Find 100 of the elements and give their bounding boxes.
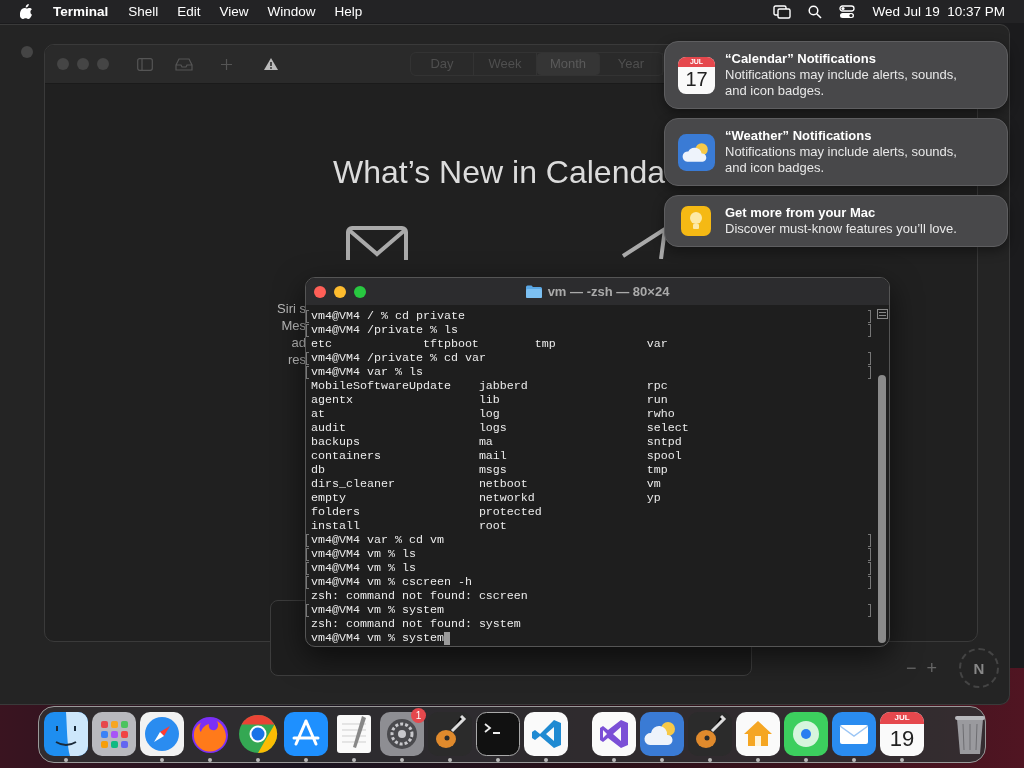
command-line: vm4@VM4 vm % cscreen -h bbox=[311, 575, 472, 589]
listing-entry: log bbox=[478, 407, 500, 421]
feature-text: ad bbox=[291, 334, 306, 351]
listing-entry: vm bbox=[646, 477, 661, 491]
envelope-icon[interactable] bbox=[832, 712, 876, 756]
listing-entry: root bbox=[478, 519, 507, 533]
command-line: vm4@VM4 /private % ls bbox=[311, 323, 458, 337]
feature-text: Mes bbox=[281, 317, 306, 334]
command-line: vm4@VM4 var % cd vm bbox=[311, 533, 444, 547]
output-line: zsh: command not found: system bbox=[311, 617, 521, 631]
command-line: vm4@VM4 vm % system bbox=[311, 631, 444, 645]
listing-entry: rwho bbox=[646, 407, 675, 421]
folder-icon bbox=[525, 285, 542, 298]
command-line: vm4@VM4 vm % ls bbox=[311, 547, 416, 561]
feature-text: res bbox=[287, 351, 306, 368]
prompt-marker bbox=[868, 604, 871, 617]
compass-icon[interactable] bbox=[140, 712, 184, 756]
split-pane-icon[interactable] bbox=[876, 309, 888, 319]
notification-card[interactable]: Get more from your Mac Discover must-know features you’ll love. bbox=[664, 195, 1008, 247]
listing-entry: etc bbox=[311, 337, 332, 351]
command-line: vm4@VM4 / % cd private bbox=[311, 309, 465, 323]
welcome-heading: What’s New in Calenda bbox=[333, 154, 665, 191]
code-icon[interactable] bbox=[524, 712, 568, 756]
screen-mirroring-icon[interactable] bbox=[773, 4, 792, 19]
compass-button[interactable]: N bbox=[959, 648, 999, 688]
prompt-marker bbox=[306, 604, 309, 617]
menu-item[interactable]: Edit bbox=[177, 4, 201, 19]
listing-entry: install bbox=[311, 519, 360, 533]
listing-entry: networkd bbox=[478, 491, 535, 505]
day-label: 19 bbox=[889, 725, 915, 753]
listing-entry: backups bbox=[311, 435, 360, 449]
menu-app-name[interactable]: Terminal bbox=[53, 4, 109, 19]
listing-entry: at bbox=[311, 407, 325, 421]
app-grid-icon[interactable] bbox=[92, 712, 136, 756]
listing-entry: spool bbox=[646, 449, 682, 463]
notification-title: Get more from your Mac bbox=[725, 205, 877, 221]
zoom-button[interactable] bbox=[354, 285, 366, 298]
listing-entry: yp bbox=[646, 491, 661, 505]
letter-a-icon[interactable] bbox=[284, 712, 328, 756]
menu-item[interactable]: View bbox=[219, 4, 249, 19]
minimize-button[interactable] bbox=[334, 285, 346, 298]
listing-entry: jabberd bbox=[478, 379, 528, 393]
month-label: JUL bbox=[880, 712, 924, 724]
listing-entry: lib bbox=[478, 393, 500, 407]
apple-icon[interactable] bbox=[20, 4, 33, 19]
window-title: vm — -zsh — 80×24 bbox=[547, 284, 670, 299]
command-line: vm4@VM4 vm % system bbox=[311, 603, 444, 617]
listing-entry: rpc bbox=[646, 379, 668, 393]
listing-entry: empty bbox=[311, 491, 346, 505]
cloud-icon[interactable] bbox=[640, 712, 684, 756]
notification-badge: 1 bbox=[411, 708, 426, 723]
notification-title: “Weather” Notifications bbox=[725, 128, 873, 144]
command-line: vm4@VM4 vm % ls bbox=[311, 561, 416, 575]
warning-icon[interactable] bbox=[264, 58, 278, 70]
lightbulb-icon bbox=[681, 206, 711, 236]
listing-entry: run bbox=[646, 393, 668, 407]
listing-entry: select bbox=[646, 421, 689, 435]
menu-item[interactable]: Shell bbox=[128, 4, 159, 19]
gear-icon[interactable] bbox=[380, 712, 424, 756]
listing-entry: audit bbox=[311, 421, 346, 435]
listing-entry: mail bbox=[478, 449, 507, 463]
feature-text: Siri s bbox=[277, 300, 306, 317]
day-label: 17 bbox=[685, 66, 708, 92]
control-center-icon[interactable] bbox=[839, 4, 856, 19]
envelope-icon bbox=[344, 226, 410, 262]
listing-entry: agentx bbox=[311, 393, 353, 407]
menu-clock: Wed Jul 19 10:37 PM bbox=[872, 4, 1005, 19]
search-icon[interactable] bbox=[808, 4, 823, 19]
smiling-face-icon[interactable] bbox=[44, 712, 88, 756]
notification-title: “Calendar” Notifications bbox=[725, 51, 877, 67]
command-line: vm4@VM4 var % ls bbox=[311, 365, 423, 379]
notification-text: Notifications may include alerts, sounds, and icon badges. bbox=[725, 67, 958, 99]
listing-entry: dirs_cleaner bbox=[311, 477, 395, 491]
location-icon[interactable] bbox=[784, 712, 828, 756]
notification-card[interactable]: “Weather” Notifications Notifications may include alerts, sounds, and icon badges. bbox=[664, 118, 1008, 186]
listing-entry: tftpboot bbox=[422, 337, 479, 351]
ring-icon[interactable] bbox=[236, 712, 280, 756]
notification-text: Discover must-know features you’ll love. bbox=[725, 221, 957, 237]
notification-text: Notifications may include alerts, sounds, and icon badges. bbox=[725, 144, 958, 176]
output-line: zsh: command not found: cscreen bbox=[311, 589, 528, 603]
close-button[interactable] bbox=[314, 285, 326, 298]
listing-entry: tmp bbox=[534, 337, 556, 351]
listing-entry: containers bbox=[311, 449, 381, 463]
cloud-icon bbox=[678, 133, 715, 171]
listing-entry: netboot bbox=[478, 477, 528, 491]
listing-entry: tmp bbox=[646, 463, 668, 477]
listing-entry: ma bbox=[478, 435, 493, 449]
listing-entry: protected bbox=[478, 505, 542, 519]
listing-entry: MobileSoftwareUpdate bbox=[311, 379, 451, 393]
menu-item[interactable]: Window bbox=[267, 4, 316, 19]
listing-entry: db bbox=[311, 463, 325, 477]
terminal-icon[interactable] bbox=[476, 712, 520, 756]
paper-plane-icon bbox=[621, 226, 667, 259]
listing-entry: var bbox=[646, 337, 668, 351]
calendar-icon[interactable]: JUL 19 bbox=[880, 712, 924, 756]
menu-item[interactable]: Help bbox=[334, 4, 363, 19]
listing-entry: msgs bbox=[478, 463, 507, 477]
house-icon[interactable] bbox=[736, 712, 780, 756]
infinity-icon[interactable] bbox=[592, 712, 636, 756]
command-line: vm4@VM4 /private % cd var bbox=[311, 351, 486, 365]
